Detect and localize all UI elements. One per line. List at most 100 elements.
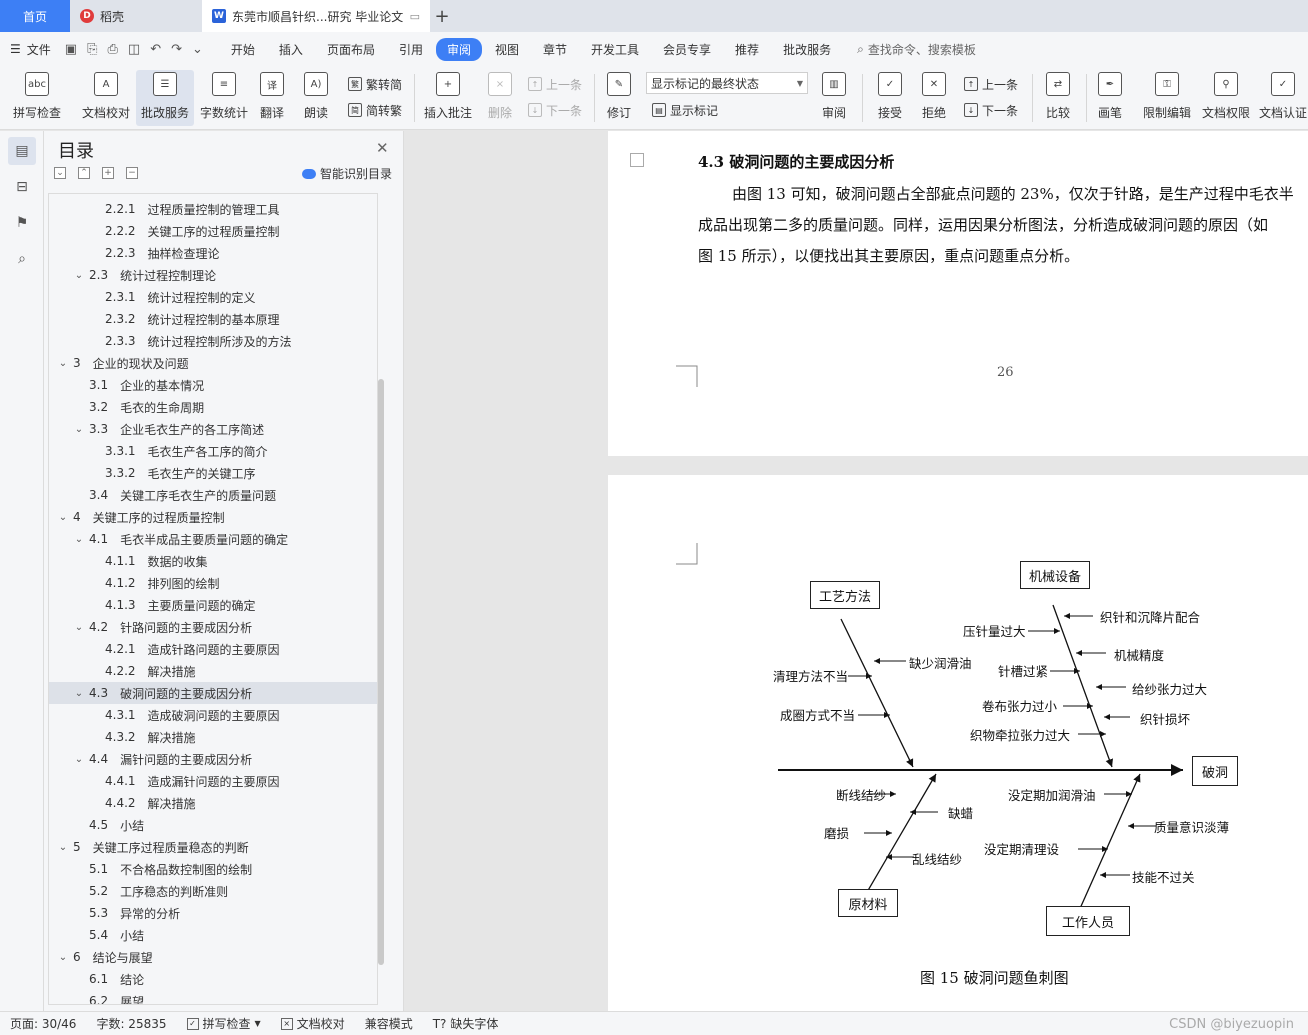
tab-screen-icon[interactable]: ▭ (410, 10, 420, 23)
toc-item[interactable]: 3.2 毛衣的生命周期 (49, 396, 377, 418)
menu-references[interactable]: 引用 (388, 38, 434, 61)
chevron-down-icon[interactable]: ⌄ (73, 534, 85, 545)
status-proofread[interactable]: × 文档校对 (271, 1015, 355, 1032)
menu-review[interactable]: 审阅 (435, 37, 482, 61)
toc-scrollbar[interactable] (378, 379, 384, 965)
menu-member[interactable]: 会员专享 (652, 38, 722, 61)
paragraph-marker-icon[interactable] (630, 153, 644, 167)
read-aloud-button[interactable]: A) 朗读 (296, 70, 336, 126)
chevron-down-icon[interactable]: ⌄ (57, 842, 69, 853)
chevron-down-icon[interactable]: ⌄ (73, 754, 85, 765)
toc-item[interactable]: 3.3.1 毛衣生产各工序的简介 (49, 440, 377, 462)
toc-item[interactable]: 4.1.1 数据的收集 (49, 550, 377, 572)
menu-layout[interactable]: 页面布局 (316, 38, 386, 61)
toc-item[interactable]: 4.2.2 解决措施 (49, 660, 377, 682)
add-heading-icon[interactable]: + (102, 167, 114, 179)
review-service-button[interactable]: ☰ 批改服务 (136, 70, 194, 126)
save-icon[interactable]: ▣ (65, 42, 77, 57)
toc-item[interactable]: 5.3 异常的分析 (49, 902, 377, 924)
toc-item[interactable]: 3.1 企业的基本情况 (49, 374, 377, 396)
next-change-button[interactable]: ↓ 下一条 (964, 100, 1018, 120)
toc-item[interactable]: 6.1 结论 (49, 968, 377, 990)
proofread-button[interactable]: A 文档校对 (78, 70, 134, 126)
toc-item[interactable]: 4.3.2 解决措施 (49, 726, 377, 748)
simp-to-trad-button[interactable]: 简简转繁 (348, 100, 402, 120)
toc-item[interactable]: ⌄ 5 关键工序过程质量稳态的判断 (49, 836, 377, 858)
chevron-down-icon[interactable]: ⌄ (57, 512, 69, 523)
menu-section[interactable]: 章节 (532, 38, 578, 61)
toc-item[interactable]: 4.4.1 造成漏针问题的主要原因 (49, 770, 377, 792)
word-count-button[interactable]: ≡ 字数统计 (198, 70, 250, 126)
toc-item[interactable]: ⌄ 3 企业的现状及问题 (49, 352, 377, 374)
menu-insert[interactable]: 插入 (268, 38, 314, 61)
toc-item[interactable]: 2.3.3 统计过程控制所涉及的方法 (49, 330, 377, 352)
chevron-down-icon[interactable]: ⌄ (57, 358, 69, 369)
bookmark-icon[interactable]: ⚑ (8, 209, 36, 237)
reviewing-pane-button[interactable]: ▥ 审阅 (814, 70, 854, 126)
document-permission-button[interactable]: ⚲ 文档权限 (1198, 70, 1254, 126)
file-menu[interactable]: ☰ 文件 (10, 41, 51, 58)
menu-recommend[interactable]: 推荐 (724, 38, 770, 61)
toc-item[interactable]: ⌄ 2.3 统计过程控制理论 (49, 264, 377, 286)
toc-item[interactable]: 6.2 展望 (49, 990, 377, 1004)
toc-item[interactable]: 4.4.2 解决措施 (49, 792, 377, 814)
redo-icon[interactable]: ↷ (171, 42, 182, 57)
print-icon[interactable]: ⎙ (107, 42, 117, 57)
trad-to-simp-button[interactable]: 繁繁转简 (348, 74, 402, 94)
toc-item[interactable]: 4.5 小结 (49, 814, 377, 836)
toc-item[interactable]: 4.3.1 造成破洞问题的主要原因 (49, 704, 377, 726)
collapse-all-icon[interactable]: ⌄ (54, 167, 66, 179)
next-comment-button[interactable]: ↓ 下一条 (528, 100, 582, 120)
toc-item[interactable]: 5.1 不合格品数控制图的绘制 (49, 858, 377, 880)
toc-item[interactable]: ⌄ 4.4 漏针问题的主要成因分析 (49, 748, 377, 770)
toc-item[interactable]: 2.2.2 关键工序的过程质量控制 (49, 220, 377, 242)
toc-item[interactable]: ⌄ 4 关键工序的过程质量控制 (49, 506, 377, 528)
toc-item[interactable]: 4.1.3 主要质量问题的确定 (49, 594, 377, 616)
tab-document[interactable]: W 东莞市顺昌针织...研究 毕业论文 ▭ (202, 0, 430, 32)
toc-item[interactable]: ⌄ 6 结论与展望 (49, 946, 377, 968)
chevron-down-icon[interactable]: ⌄ (73, 688, 85, 699)
chevron-down-icon[interactable]: ⌄ (57, 952, 69, 963)
toc-item[interactable]: ⌄ 3.3 企业毛衣生产的各工序简述 (49, 418, 377, 440)
new-tab-icon[interactable]: + (430, 0, 454, 32)
reject-button[interactable]: ✕ 拒绝 (914, 70, 954, 126)
undo-icon[interactable]: ↶ (150, 42, 161, 57)
toc-item[interactable]: 5.2 工序稳态的判断准则 (49, 880, 377, 902)
translate-button[interactable]: 译翻译 (254, 70, 290, 126)
menu-start[interactable]: 开始 (220, 38, 266, 61)
smart-toc-button[interactable]: 智能识别目录 (302, 165, 392, 182)
chevron-down-icon[interactable]: ⌄ (73, 622, 85, 633)
toc-item[interactable]: ⌄ 4.2 针路问题的主要成因分析 (49, 616, 377, 638)
toc-item[interactable]: 2.2.3 抽样检查理论 (49, 242, 377, 264)
expand-up-icon[interactable]: ⌃ (78, 167, 90, 179)
insert-comment-button[interactable]: + 插入批注 (420, 70, 476, 126)
tab-daoke[interactable]: D 稻壳 (70, 0, 198, 32)
chevron-down-icon[interactable]: ⌄ (73, 424, 85, 435)
toc-item[interactable]: ⌄ 4.3 破洞问题的主要成因分析 (49, 682, 377, 704)
tab-home[interactable]: 首页 (0, 0, 70, 32)
accept-button[interactable]: ✓ 接受 (870, 70, 910, 126)
show-markup-button[interactable]: ▤ 显示标记 (652, 100, 718, 120)
menu-view[interactable]: 视图 (484, 38, 530, 61)
missing-font-button[interactable]: T? 缺失字体 (423, 1015, 509, 1032)
spell-check-button[interactable]: abc 拼写检查 (8, 70, 66, 126)
track-changes-button[interactable]: ✎ 修订 (600, 70, 638, 126)
toc-panel-icon[interactable]: ▤ (8, 137, 36, 165)
markup-state-select[interactable]: 显示标记的最终状态 ▼ (646, 72, 808, 94)
toc-item[interactable]: 4.2.1 造成针路问题的主要原因 (49, 638, 377, 660)
status-spell-check[interactable]: ✓ 拼写检查 ▼ (177, 1015, 271, 1032)
toc-item[interactable]: 3.4 关键工序毛衣生产的质量问题 (49, 484, 377, 506)
menu-developer[interactable]: 开发工具 (580, 38, 650, 61)
compare-button[interactable]: ⇄ 比较 (1038, 70, 1078, 126)
close-icon[interactable]: ✕ (376, 139, 389, 157)
toc-item[interactable]: ⌄ 4.1 毛衣半成品主要质量问题的确定 (49, 528, 377, 550)
menu-review-service[interactable]: 批改服务 (772, 38, 842, 61)
remove-heading-icon[interactable]: − (126, 167, 138, 179)
document-cert-button[interactable]: ✓ 文档认证 (1258, 70, 1308, 126)
export-pdf-icon[interactable]: ⎘ (87, 42, 97, 57)
prev-comment-button[interactable]: ↑ 上一条 (528, 74, 582, 94)
ink-button[interactable]: ✒ 画笔 (1092, 70, 1128, 126)
section-nav-icon[interactable]: ⊟ (8, 173, 36, 201)
prev-change-button[interactable]: ↑ 上一条 (964, 74, 1018, 94)
toc-item[interactable]: 2.3.1 统计过程控制的定义 (49, 286, 377, 308)
